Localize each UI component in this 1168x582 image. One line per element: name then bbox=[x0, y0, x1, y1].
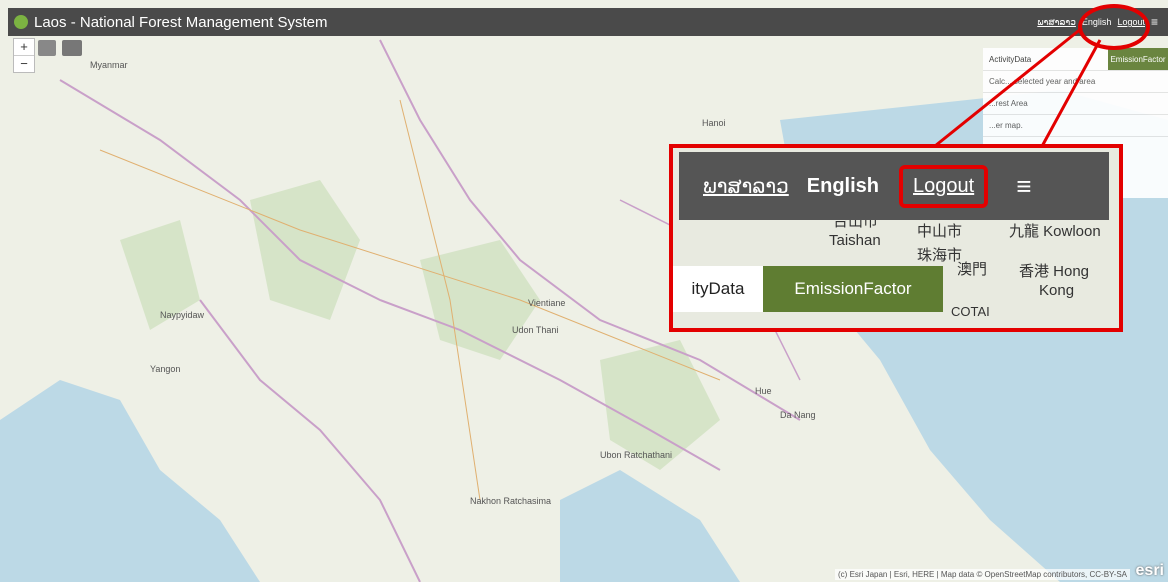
map-place-label: Hue bbox=[755, 386, 772, 396]
basemap-gallery-icon[interactable] bbox=[62, 40, 82, 56]
map-place-label: Da Nang bbox=[780, 410, 816, 420]
callout-tab-activity-data[interactable]: ityData bbox=[673, 266, 763, 312]
lao-language-link[interactable]: ພາສາລາວ bbox=[1037, 17, 1076, 28]
map-place-label: Myanmar bbox=[90, 60, 128, 70]
callout-logout-link[interactable]: Logout bbox=[913, 175, 974, 197]
callout-place-label: 珠海市 bbox=[917, 247, 963, 264]
zoom-control: + − bbox=[13, 38, 35, 73]
map-attribution: (c) Esri Japan | Esri, HERE | Map data ©… bbox=[835, 569, 1130, 580]
tab-activity-data[interactable]: ActivityData bbox=[983, 55, 1037, 64]
callout-logout-highlight: Logout bbox=[899, 164, 989, 208]
map-place-label: Naypyidaw bbox=[160, 310, 205, 320]
callout-place-label: COTAI bbox=[951, 304, 990, 319]
callout-place-label: 中山市 bbox=[917, 223, 963, 240]
panel-row[interactable]: ...rest Area bbox=[983, 92, 1168, 114]
callout-hamburger-menu-icon[interactable]: ≡ bbox=[1016, 171, 1031, 202]
zoomed-callout: 台山市 Taishan 中山市 珠海市 九龍 Kowloon 澳門 香港 Hon… bbox=[669, 144, 1123, 332]
callout-lao-language-link[interactable]: ພາສາລາວ bbox=[703, 174, 789, 199]
callout-place-label: Taishan bbox=[829, 232, 881, 249]
callout-header: ພາສາລາວ English Logout ≡ bbox=[679, 152, 1109, 220]
callout-place-label: 九龍 Kowloon bbox=[1009, 223, 1101, 240]
layers-icon[interactable] bbox=[38, 40, 56, 56]
map-place-label: Yangon bbox=[150, 364, 181, 374]
zoom-out-button[interactable]: − bbox=[14, 56, 34, 72]
callout-english-language-link[interactable]: English bbox=[807, 175, 879, 198]
panel-row: ...er map. bbox=[983, 114, 1168, 136]
map-place-label: Hanoi bbox=[702, 118, 726, 128]
callout-place-label: 澳門 bbox=[957, 261, 988, 278]
panel-row: Calc... selected year and area bbox=[983, 70, 1168, 92]
callout-tabs: ityData EmissionFactor bbox=[673, 266, 943, 312]
logout-highlight-circle bbox=[1078, 4, 1150, 50]
tree-logo-icon bbox=[14, 15, 28, 29]
app-header: Laos - National Forest Management System… bbox=[8, 8, 1168, 36]
map-place-label: Ubon Ratchathani bbox=[600, 450, 673, 460]
app-title: Laos - National Forest Management System bbox=[34, 13, 328, 31]
callout-place-label: 香港 Hong bbox=[1019, 263, 1090, 280]
map-place-label: Vientiane bbox=[528, 298, 566, 308]
map-place-label: Nakhon Ratchasima bbox=[470, 496, 552, 506]
callout-tab-emission-factor[interactable]: EmissionFactor bbox=[763, 266, 943, 312]
hamburger-menu-icon[interactable]: ≡ bbox=[1151, 15, 1158, 29]
zoom-in-button[interactable]: + bbox=[14, 39, 34, 56]
map-place-label: Udon Thani bbox=[512, 325, 559, 335]
tab-emission-factor[interactable]: EmissionFactor bbox=[1108, 48, 1168, 70]
callout-place-label: Kong bbox=[1039, 282, 1075, 299]
esri-logo: esri bbox=[1135, 562, 1164, 579]
